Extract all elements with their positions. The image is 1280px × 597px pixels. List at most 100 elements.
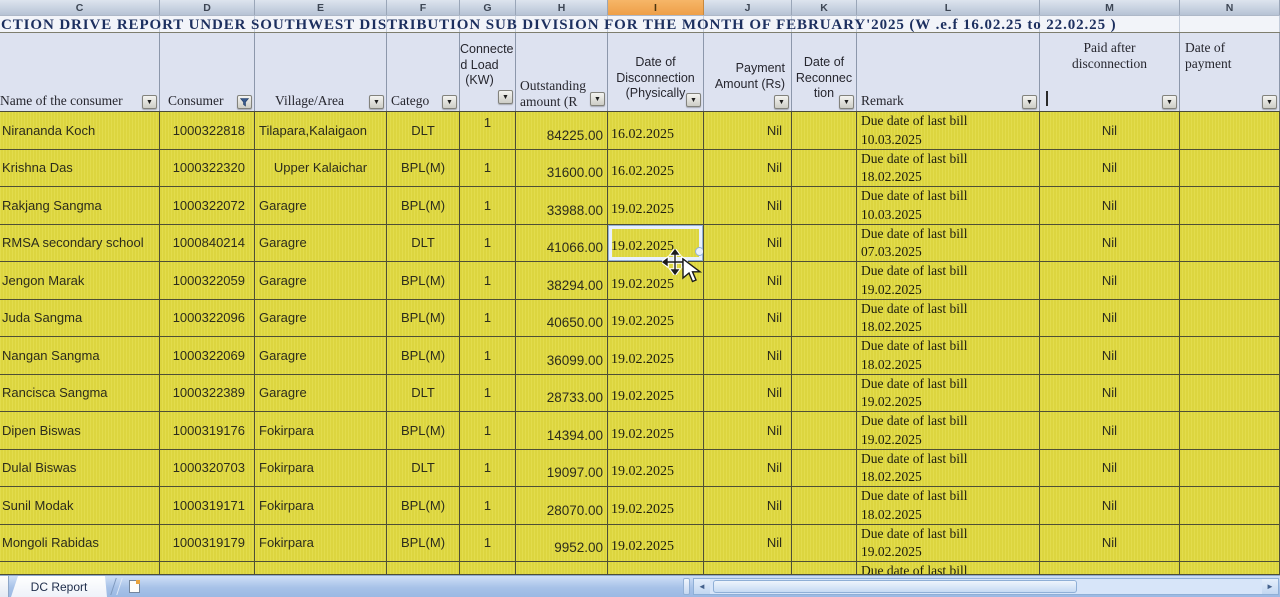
cell-outstanding-amount[interactable]: 31600.00	[516, 149, 608, 187]
cell-reconnection-date[interactable]	[792, 299, 857, 337]
cell-disconnection-date[interactable]: 19.02.2025	[608, 449, 704, 487]
cell-village[interactable]: Fokirpara	[255, 524, 387, 562]
cell-category[interactable]: BPL(M)	[387, 187, 460, 225]
cell-paid-after-disconnection[interactable]: Nil	[1040, 299, 1180, 337]
cell-connected-load[interactable]: 1	[460, 224, 516, 262]
header-connected-load[interactable]: Connecte d Load (KW) ▼	[460, 33, 516, 111]
insert-worksheet-button[interactable]	[123, 576, 145, 597]
cell-disconnection-date[interactable]: 19.02.2025	[608, 224, 704, 262]
cell-reconnection-date[interactable]	[792, 337, 857, 375]
cell-category[interactable]: BPL(M)	[387, 337, 460, 375]
cell-date-of-payment[interactable]	[1180, 262, 1280, 300]
cell-remark[interactable]: Due date of last bill 19.02.2025	[857, 374, 1040, 412]
header-remark[interactable]: Remark ▼	[857, 33, 1040, 111]
cell-disconnection-date[interactable]: 19.02.2025	[608, 299, 704, 337]
cell-reconnection-date[interactable]	[792, 224, 857, 262]
column-header-g[interactable]: G	[460, 0, 516, 15]
column-header-l[interactable]: L	[857, 0, 1040, 15]
cell-name[interactable]: Juda Sangma	[0, 299, 160, 337]
cell-paid-after-disconnection[interactable]: Nil	[1040, 374, 1180, 412]
report-title-row[interactable]: CTION DRIVE REPORT UNDER SOUTHWEST DISTR…	[0, 15, 1280, 33]
cell-connected-load[interactable]: 1	[460, 262, 516, 300]
cell-consumer-number[interactable]: 1000322072	[160, 187, 255, 225]
cell-paid-after-disconnection[interactable]: Nil	[1040, 262, 1180, 300]
cell-payment-amount[interactable]: Nil	[704, 337, 792, 375]
cell-consumer-number[interactable]: 1000840214	[160, 224, 255, 262]
column-header-i-highlighted[interactable]: I	[608, 0, 704, 15]
cell-outstanding-amount[interactable]: 41066.00	[516, 224, 608, 262]
cell-village[interactable]: Garagre	[255, 224, 387, 262]
header-date-of-payment[interactable]: Date of payment ▼	[1180, 33, 1280, 111]
cell-connected-load[interactable]: 1	[460, 149, 516, 187]
cell-payment-amount[interactable]: Nil	[704, 224, 792, 262]
cell-date-of-payment[interactable]	[1180, 487, 1280, 525]
filter-dropdown-button[interactable]: ▼	[590, 92, 605, 106]
header-date-of-reconnection[interactable]: Date of Reconnec tion ▼	[792, 33, 857, 111]
cell-category[interactable]: BPL(M)	[387, 412, 460, 450]
cell-outstanding-amount[interactable]: 28070.00	[516, 487, 608, 525]
cell-reconnection-date[interactable]	[792, 374, 857, 412]
cell-category[interactable]: BPL(M)	[387, 524, 460, 562]
cell-date-of-payment[interactable]	[1180, 449, 1280, 487]
cell-category[interactable]: DLT	[387, 224, 460, 262]
cell-remark[interactable]: Due date of last bill 18.02.2025	[857, 487, 1040, 525]
cell-connected-load[interactable]: 1	[460, 412, 516, 450]
cell-village[interactable]: Garagre	[255, 337, 387, 375]
filter-dropdown-button[interactable]: ▼	[142, 95, 157, 109]
header-payment-amount[interactable]: Payment Amount (Rs) ▼	[704, 33, 792, 111]
cell-category[interactable]: BPL(M)	[387, 299, 460, 337]
cell-village[interactable]: Garagre	[255, 374, 387, 412]
cell-payment-amount[interactable]: Nil	[704, 487, 792, 525]
cell-connected-load[interactable]: 1	[460, 524, 516, 562]
cell-consumer-number[interactable]: 1000319171	[160, 487, 255, 525]
cell-outstanding-amount[interactable]: 33988.00	[516, 187, 608, 225]
cell-name[interactable]: Dulal Biswas	[0, 449, 160, 487]
column-header-e[interactable]: E	[255, 0, 387, 15]
cell-disconnection-date[interactable]: 19.02.2025	[608, 187, 704, 225]
cell-remark[interactable]: Due date of last bill 07.03.2025	[857, 224, 1040, 262]
cell-consumer-number[interactable]: 1000322069	[160, 337, 255, 375]
cell-paid-after-disconnection[interactable]: Nil	[1040, 187, 1180, 225]
cell-category[interactable]: DLT	[387, 374, 460, 412]
cell-name[interactable]: Nirananda Koch	[0, 112, 160, 150]
cell-date-of-payment[interactable]	[1180, 412, 1280, 450]
cell-reconnection-date[interactable]	[792, 187, 857, 225]
cell-payment-amount[interactable]: Nil	[704, 262, 792, 300]
cell-date-of-payment[interactable]	[1180, 112, 1280, 150]
filter-dropdown-button[interactable]: ▼	[1022, 95, 1037, 109]
cell-payment-amount[interactable]: Nil	[704, 412, 792, 450]
cell-outstanding-amount[interactable]: 19097.00	[516, 449, 608, 487]
cell-remark[interactable]: Due date of last bill 18.02.2025	[857, 149, 1040, 187]
cell-reconnection-date[interactable]	[792, 449, 857, 487]
cell-payment-amount[interactable]: Nil	[704, 524, 792, 562]
cell-disconnection-date[interactable]: 19.02.2025	[608, 262, 704, 300]
cell-village[interactable]: Upper Kalaichar	[255, 149, 387, 187]
cell-village[interactable]: Fokirpara	[255, 412, 387, 450]
cell-category[interactable]: BPL(M)	[387, 149, 460, 187]
cell-consumer-number[interactable]: 1000322320	[160, 149, 255, 187]
cell-consumer-number[interactable]: 1000319176	[160, 412, 255, 450]
cell-name[interactable]: Jengon Marak	[0, 262, 160, 300]
horizontal-scrollbar[interactable]: ◄ ►	[693, 578, 1279, 595]
cell-village[interactable]: Tilapara,Kalaigaon	[255, 112, 387, 150]
cell-name[interactable]: Mongoli Rabidas	[0, 524, 160, 562]
cell-paid-after-disconnection[interactable]: Nil	[1040, 412, 1180, 450]
cell-outstanding-amount[interactable]: 36099.00	[516, 337, 608, 375]
cell-name[interactable]: Sunil Modak	[0, 487, 160, 525]
cell-category[interactable]: BPL(M)	[387, 262, 460, 300]
header-village-area[interactable]: Village/Area ▼	[255, 33, 387, 111]
scrollbar-thumb[interactable]	[713, 580, 1077, 593]
cell-date-of-payment[interactable]	[1180, 337, 1280, 375]
cell-remark[interactable]: Due date of last bill 10.03.2025	[857, 112, 1040, 150]
cell-date-of-payment[interactable]	[1180, 149, 1280, 187]
cell-outstanding-amount[interactable]: 9952.00	[516, 524, 608, 562]
cell-disconnection-date[interactable]: 19.02.2025	[608, 412, 704, 450]
cell-outstanding-amount[interactable]: 40650.00	[516, 299, 608, 337]
cell-reconnection-date[interactable]	[792, 412, 857, 450]
cell-date-of-payment[interactable]	[1180, 299, 1280, 337]
cell-connected-load[interactable]: 1	[460, 187, 516, 225]
cell-outstanding-amount[interactable]: 84225.00	[516, 112, 608, 150]
cell-remark[interactable]: Due date of last bill 18.02.2025	[857, 337, 1040, 375]
cell-outstanding-amount[interactable]: 38294.00	[516, 262, 608, 300]
cell-consumer-number[interactable]: 1000319179	[160, 524, 255, 562]
